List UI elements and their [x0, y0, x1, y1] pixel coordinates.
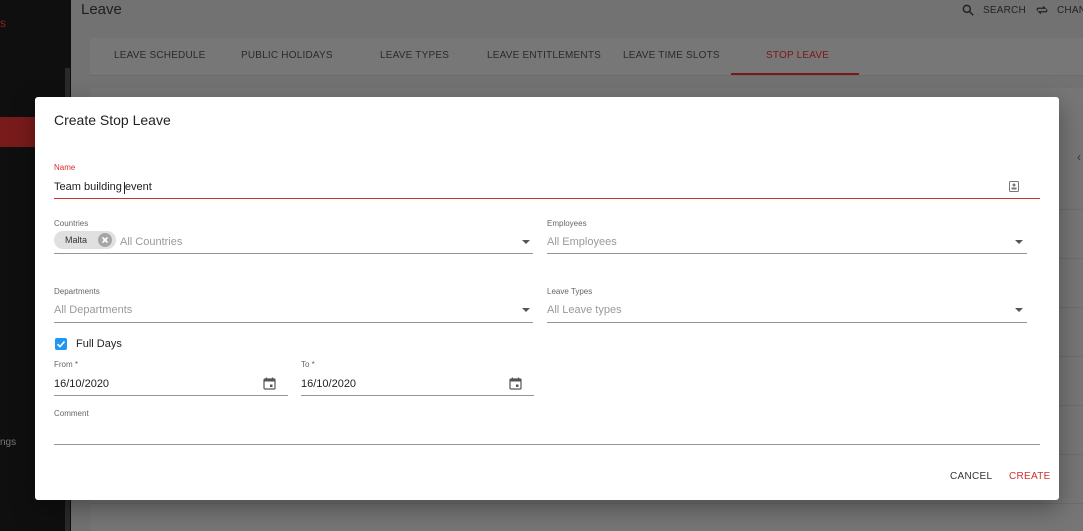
departments-label: Departments — [54, 287, 100, 296]
swap-icon — [1036, 6, 1048, 14]
departments-underline — [54, 322, 533, 323]
departments-input[interactable]: All Departments — [54, 304, 132, 316]
tab-stop-leave[interactable]: STOP LEAVE — [766, 50, 829, 61]
cancel-button[interactable]: CANCEL — [950, 471, 992, 482]
text-cursor — [124, 182, 125, 194]
full-days-label[interactable]: Full Days — [76, 338, 122, 350]
chevron-down-icon[interactable] — [522, 308, 530, 312]
employees-underline — [547, 253, 1027, 254]
tab-leave-time-slots[interactable]: LEAVE TIME SLOTS — [623, 50, 720, 61]
employees-input[interactable]: All Employees — [547, 236, 617, 248]
comment-underline — [54, 444, 1040, 445]
from-date-input[interactable]: 16/10/2020 — [54, 378, 109, 390]
search-icon — [962, 4, 974, 16]
tab-leave-types[interactable]: LEAVE TYPES — [380, 50, 449, 61]
page-header: Leave SEARCH CHAN — [71, 0, 1083, 24]
sidebar-brand: s — [0, 16, 6, 30]
dialog-title: Create Stop Leave — [54, 112, 171, 128]
employees-label: Employees — [547, 219, 587, 228]
countries-input[interactable]: All Countries — [120, 236, 182, 248]
from-label: From * — [54, 360, 78, 369]
tab-bar: LEAVE SCHEDULE PUBLIC HOLIDAYS LEAVE TYP… — [90, 38, 1083, 76]
page-title: Leave — [81, 1, 122, 18]
chevron-down-icon[interactable] — [1015, 240, 1023, 244]
search-button[interactable]: SEARCH — [961, 3, 1026, 17]
close-circle-icon[interactable] — [98, 233, 112, 247]
calendar-icon[interactable] — [509, 377, 522, 390]
country-chip-label: Malta — [65, 235, 88, 245]
to-underline — [301, 395, 534, 396]
change-label: CHAN — [1057, 4, 1083, 16]
calendar-icon[interactable] — [263, 377, 276, 390]
comment-label: Comment — [54, 409, 89, 418]
countries-underline — [54, 253, 533, 254]
tab-public-holidays[interactable]: PUBLIC HOLIDAYS — [241, 50, 333, 61]
leave-types-underline — [547, 322, 1027, 323]
country-chip[interactable]: Malta — [54, 231, 116, 249]
check-icon — [56, 341, 66, 348]
active-tab-indicator — [731, 73, 859, 75]
chevron-down-icon[interactable] — [1015, 308, 1023, 312]
full-days-checkbox[interactable] — [55, 338, 67, 350]
name-input[interactable]: Team building event — [54, 181, 152, 193]
chevron-left-icon[interactable]: ‹ — [1077, 150, 1081, 164]
leave-types-label: Leave Types — [547, 287, 593, 296]
to-label: To * — [301, 360, 315, 369]
tab-leave-entitlements[interactable]: LEAVE ENTITLEMENTS — [487, 50, 601, 61]
table-row-divider — [90, 503, 1083, 504]
change-button[interactable]: CHAN — [1035, 3, 1083, 17]
sidebar-item-settings[interactable]: ngs — [0, 437, 16, 448]
create-stop-leave-dialog: Create Stop Leave Name Team building eve… — [35, 97, 1059, 500]
leave-types-input[interactable]: All Leave types — [547, 304, 622, 316]
name-label: Name — [54, 163, 76, 172]
chevron-down-icon[interactable] — [522, 240, 530, 244]
contact-card-icon[interactable] — [1009, 181, 1019, 192]
create-button[interactable]: CREATE — [1009, 471, 1051, 482]
search-label: SEARCH — [983, 4, 1026, 16]
sidebar-item-active[interactable] — [0, 117, 35, 147]
to-date-input[interactable]: 16/10/2020 — [301, 378, 356, 390]
from-underline — [54, 395, 288, 396]
name-underline — [54, 198, 1040, 199]
countries-label: Countries — [54, 219, 89, 228]
tab-leave-schedule[interactable]: LEAVE SCHEDULE — [114, 50, 206, 61]
